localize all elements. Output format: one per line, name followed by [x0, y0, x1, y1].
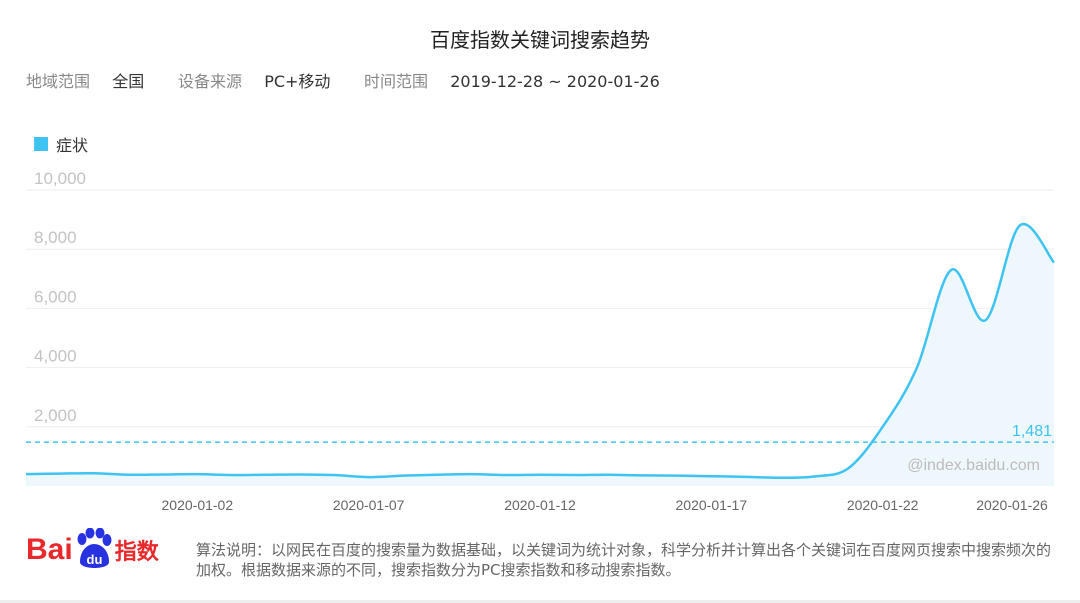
- device-label: 设备来源: [178, 72, 243, 91]
- y-tick-label: 6,000: [34, 287, 77, 306]
- time-filter[interactable]: 时间范围 2019-12-28 ~ 2020-01-26: [364, 68, 660, 92]
- x-tick-label: 2020-01-22: [847, 497, 919, 513]
- chart-title: 百度指数关键词搜索趋势: [430, 28, 650, 52]
- paw-icon: du: [74, 527, 114, 572]
- device-filter[interactable]: 设备来源 PC+移动: [178, 68, 330, 92]
- y-tick-label: 10,000: [34, 170, 86, 188]
- y-axis-ticks: 2,000 4,000 6,000 8,000 10,000: [34, 170, 86, 425]
- x-tick-label: 2020-01-12: [504, 497, 576, 513]
- logo-zhishu-text: 指数: [114, 540, 159, 565]
- y-tick-label: 2,000: [34, 406, 77, 425]
- grid-lines: [26, 189, 1054, 428]
- watermark: @index.baidu.com: [907, 457, 1040, 474]
- logo-bai-text: Bai: [26, 533, 73, 566]
- region-value: 全国: [112, 72, 145, 91]
- legend-swatch: [34, 137, 48, 151]
- region-label: 地域范围: [26, 72, 91, 91]
- baidu-index-logo[interactable]: Bai du 指数: [26, 525, 159, 575]
- trend-chart: 2,000 4,000 6,000 8,000 10,000 1,481 @index.…: [25, 170, 1055, 513]
- legend-label: 症状: [56, 136, 89, 155]
- x-tick-label: 2020-01-17: [676, 497, 748, 513]
- series-area: [26, 224, 1054, 486]
- x-tick-label: 2020-01-02: [162, 497, 234, 513]
- x-axis-ticks: 2020-01-02 2020-01-07 2020-01-12 2020-01-17…: [162, 497, 1048, 513]
- algorithm-note: 算法说明：以网民在百度的搜索量为数据基础，以关键词为统计对象，科学分析并计算出各…: [196, 541, 1052, 579]
- y-tick-label: 4,000: [34, 347, 77, 366]
- time-value: 2019-12-28 ~ 2020-01-26: [450, 72, 660, 91]
- y-tick-label: 8,000: [34, 228, 77, 247]
- x-tick-label: 2020-01-26: [976, 497, 1048, 513]
- average-label: 1,481: [1012, 423, 1052, 440]
- time-label: 时间范围: [364, 72, 429, 91]
- legend[interactable]: 症状: [34, 132, 88, 156]
- x-tick-label: 2020-01-07: [333, 497, 405, 513]
- region-filter[interactable]: 地域范围 全国: [26, 68, 144, 92]
- svg-text:du: du: [86, 552, 102, 567]
- device-value: PC+移动: [264, 72, 331, 91]
